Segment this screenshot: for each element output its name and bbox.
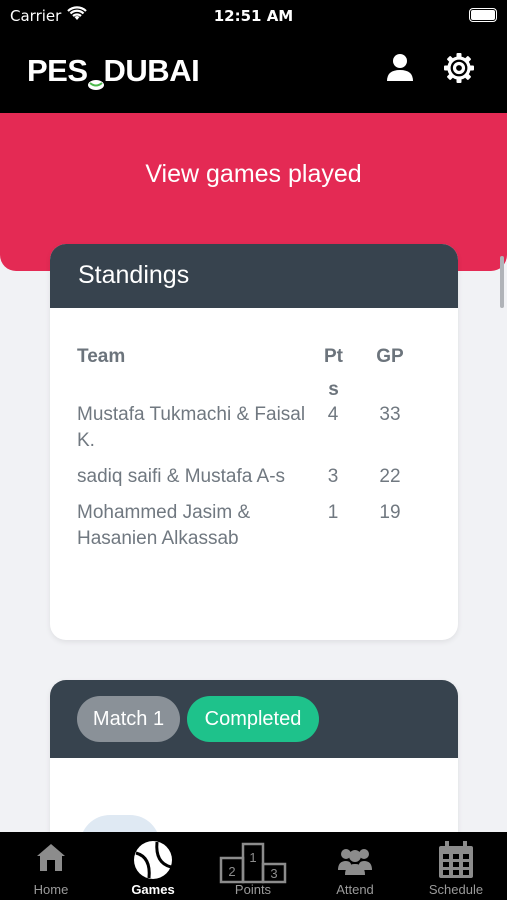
calendar-icon bbox=[437, 840, 475, 883]
team-games-played: 33 bbox=[379, 404, 401, 425]
tab-label: Attend bbox=[336, 882, 374, 897]
table-row: Mohammed Jasim & Hasanien Alkassab 1 19 bbox=[77, 500, 437, 552]
tab-label: Points bbox=[234, 882, 272, 897]
podium-icon: 213 bbox=[219, 840, 287, 887]
standings-table: Team Pts GP Mustafa Tukmachi & Faisal K.… bbox=[77, 340, 437, 562]
match-number-badge: Match 1 bbox=[77, 696, 180, 742]
tab-games[interactable]: Games bbox=[113, 832, 193, 900]
tab-attend[interactable]: Attend bbox=[315, 832, 395, 900]
tennis-ball-icon bbox=[133, 840, 173, 883]
table-row: sadiq saifi & Mustafa A-s 3 22 bbox=[77, 464, 437, 490]
team-points: 3 bbox=[327, 466, 339, 487]
app-logo: PES DUBAI bbox=[27, 53, 200, 90]
standings-title: Standings bbox=[78, 261, 190, 289]
logo-ball-icon bbox=[87, 64, 105, 90]
team-points: 1 bbox=[327, 502, 339, 523]
profile-button[interactable] bbox=[382, 50, 418, 86]
tab-home[interactable]: Home bbox=[12, 832, 90, 900]
column-header-team: Team bbox=[77, 346, 126, 367]
team-points: 4 bbox=[327, 404, 339, 425]
logo-text-right: DUBAI bbox=[103, 53, 200, 88]
tab-label: Schedule bbox=[428, 882, 484, 897]
battery-icon bbox=[469, 8, 497, 22]
team-name: Mustafa Tukmachi & Faisal K. bbox=[77, 404, 306, 451]
settings-button[interactable] bbox=[441, 50, 477, 86]
column-header-gp: GP bbox=[376, 346, 404, 367]
column-header-pts: Pts bbox=[324, 346, 343, 400]
standings-header: Standings bbox=[50, 244, 458, 308]
tab-bar: Home Games 213 Points Attend Schedule bbox=[0, 832, 507, 900]
svg-text:3: 3 bbox=[270, 866, 277, 881]
team-games-played: 22 bbox=[379, 466, 401, 487]
team-games-played: 19 bbox=[379, 502, 401, 523]
scrollbar[interactable] bbox=[500, 256, 504, 308]
user-icon bbox=[387, 54, 413, 81]
team-name: sadiq saifi & Mustafa A-s bbox=[77, 466, 286, 487]
table-row: Mustafa Tukmachi & Faisal K. 4 33 bbox=[77, 402, 437, 454]
clock: 12:51 AM bbox=[213, 7, 294, 25]
status-bar: Carrier 12:51 AM bbox=[0, 4, 507, 28]
svg-text:2: 2 bbox=[228, 864, 235, 879]
tab-schedule[interactable]: Schedule bbox=[416, 832, 496, 900]
top-bar: Carrier 12:51 AM PES DUBAI bbox=[0, 0, 507, 113]
standings-card: Standings Team Pts GP Mustafa Tukmachi &… bbox=[50, 244, 458, 640]
tab-points[interactable]: 213 Points bbox=[213, 832, 293, 900]
svg-text:1: 1 bbox=[249, 850, 256, 865]
gear-icon bbox=[444, 53, 474, 83]
logo-text-left: PES bbox=[27, 53, 88, 88]
match-status-badge: Completed bbox=[187, 696, 319, 742]
team-name: Mohammed Jasim & Hasanien Alkassab bbox=[77, 502, 251, 549]
view-games-played-link[interactable]: View games played bbox=[0, 160, 507, 189]
standings-header-row: Team Pts GP bbox=[77, 340, 437, 402]
tab-label: Home bbox=[33, 882, 69, 897]
tab-label: Games bbox=[131, 882, 175, 897]
home-icon bbox=[34, 840, 68, 877]
group-icon bbox=[337, 846, 373, 879]
